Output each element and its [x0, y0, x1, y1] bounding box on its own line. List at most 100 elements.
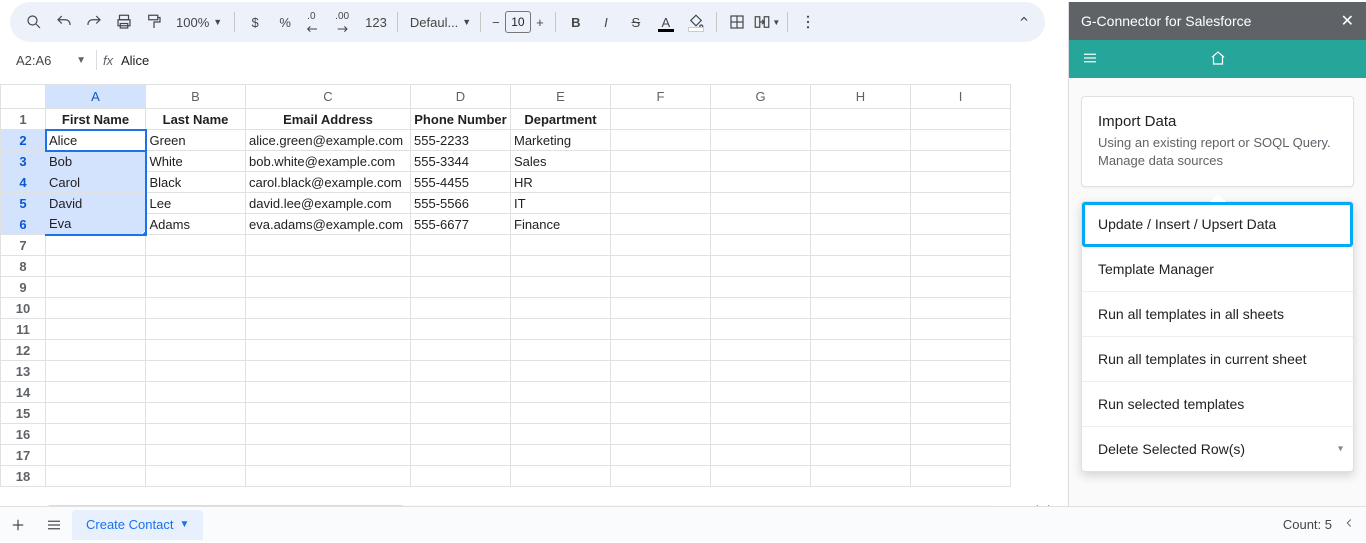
- cell[interactable]: [46, 466, 146, 487]
- cell[interactable]: [611, 403, 711, 424]
- cell[interactable]: [46, 235, 146, 256]
- redo-icon[interactable]: [80, 8, 108, 36]
- borders-button[interactable]: [723, 8, 751, 36]
- cell[interactable]: [146, 424, 246, 445]
- cell[interactable]: [146, 319, 246, 340]
- cell[interactable]: [711, 130, 811, 151]
- cell[interactable]: [911, 151, 1011, 172]
- font-select[interactable]: Defaul...▼: [404, 15, 474, 30]
- cell[interactable]: [511, 277, 611, 298]
- cell[interactable]: Adams: [146, 214, 246, 235]
- cell[interactable]: [46, 277, 146, 298]
- cell[interactable]: [611, 214, 711, 235]
- cell[interactable]: [511, 298, 611, 319]
- grid[interactable]: ABCDEFGHI1First NameLast NameEmail Addre…: [0, 84, 1011, 487]
- cell[interactable]: [911, 256, 1011, 277]
- cell[interactable]: [246, 277, 411, 298]
- cell[interactable]: [411, 235, 511, 256]
- column-header[interactable]: E: [511, 85, 611, 109]
- cell[interactable]: [46, 340, 146, 361]
- cell[interactable]: [611, 193, 711, 214]
- menu-item-run-all-templates-in-current-sheet[interactable]: Run all templates in current sheet: [1082, 337, 1353, 382]
- cell[interactable]: [146, 445, 246, 466]
- menu-item-run-selected-templates[interactable]: Run selected templates: [1082, 382, 1353, 427]
- cell[interactable]: [46, 319, 146, 340]
- cell[interactable]: [711, 277, 811, 298]
- percent-button[interactable]: %: [271, 8, 299, 36]
- cell[interactable]: White: [146, 151, 246, 172]
- cell[interactable]: [411, 298, 511, 319]
- cell[interactable]: [811, 151, 911, 172]
- cell[interactable]: [811, 172, 911, 193]
- print-icon[interactable]: [110, 8, 138, 36]
- cell[interactable]: Green: [146, 130, 246, 151]
- cell[interactable]: [146, 382, 246, 403]
- cell[interactable]: [246, 445, 411, 466]
- cell[interactable]: bob.white@example.com: [246, 151, 411, 172]
- cell[interactable]: Lee: [146, 193, 246, 214]
- row-header[interactable]: 7: [1, 235, 46, 256]
- column-header[interactable]: H: [811, 85, 911, 109]
- cell[interactable]: david.lee@example.com: [246, 193, 411, 214]
- cell[interactable]: [911, 466, 1011, 487]
- cell[interactable]: David: [46, 193, 146, 214]
- cell[interactable]: [711, 109, 811, 130]
- explore-collapse-button[interactable]: [1342, 516, 1356, 533]
- cell[interactable]: [911, 298, 1011, 319]
- font-size-input[interactable]: 10: [505, 11, 531, 33]
- more-toolbar-button[interactable]: [794, 8, 822, 36]
- cell[interactable]: [911, 319, 1011, 340]
- cell[interactable]: Eva: [46, 214, 146, 235]
- cell[interactable]: [246, 256, 411, 277]
- decrease-font-button[interactable]: −: [487, 15, 505, 30]
- cell[interactable]: [411, 403, 511, 424]
- cell[interactable]: [411, 361, 511, 382]
- cell[interactable]: [611, 130, 711, 151]
- collapse-toolbar-button[interactable]: [1013, 8, 1035, 36]
- cell[interactable]: [811, 466, 911, 487]
- cell[interactable]: [911, 277, 1011, 298]
- cell[interactable]: [711, 151, 811, 172]
- row-header[interactable]: 11: [1, 319, 46, 340]
- cell[interactable]: [46, 403, 146, 424]
- cell[interactable]: [711, 256, 811, 277]
- strikethrough-button[interactable]: S: [622, 8, 650, 36]
- cell[interactable]: [511, 445, 611, 466]
- cell[interactable]: [611, 172, 711, 193]
- cell[interactable]: [611, 466, 711, 487]
- cell[interactable]: [711, 319, 811, 340]
- cell[interactable]: [711, 235, 811, 256]
- column-header[interactable]: G: [711, 85, 811, 109]
- cell[interactable]: [411, 466, 511, 487]
- cell[interactable]: [146, 340, 246, 361]
- cell[interactable]: [511, 235, 611, 256]
- italic-button[interactable]: I: [592, 8, 620, 36]
- cell[interactable]: [511, 403, 611, 424]
- row-header[interactable]: 17: [1, 445, 46, 466]
- cell[interactable]: [46, 445, 146, 466]
- cell[interactable]: [911, 235, 1011, 256]
- cell[interactable]: [811, 298, 911, 319]
- cell[interactable]: 555-5566: [411, 193, 511, 214]
- cell[interactable]: [511, 424, 611, 445]
- row-header[interactable]: 5: [1, 193, 46, 214]
- cell[interactable]: Phone Number: [411, 109, 511, 130]
- cell[interactable]: [146, 361, 246, 382]
- menu-item-run-all-templates-in-all-sheets[interactable]: Run all templates in all sheets: [1082, 292, 1353, 337]
- paint-format-icon[interactable]: [140, 8, 168, 36]
- fill-color-button[interactable]: [682, 8, 710, 36]
- cell[interactable]: Marketing: [511, 130, 611, 151]
- cell[interactable]: Carol: [46, 172, 146, 193]
- cell[interactable]: [711, 445, 811, 466]
- cell[interactable]: [811, 340, 911, 361]
- cell[interactable]: [811, 382, 911, 403]
- cell[interactable]: [511, 382, 611, 403]
- row-header[interactable]: 14: [1, 382, 46, 403]
- merge-button[interactable]: ▼: [753, 8, 781, 36]
- home-icon[interactable]: [1209, 49, 1227, 70]
- row-header[interactable]: 2: [1, 130, 46, 151]
- cell[interactable]: [611, 361, 711, 382]
- cell[interactable]: [146, 466, 246, 487]
- cell[interactable]: [911, 193, 1011, 214]
- cell[interactable]: [811, 256, 911, 277]
